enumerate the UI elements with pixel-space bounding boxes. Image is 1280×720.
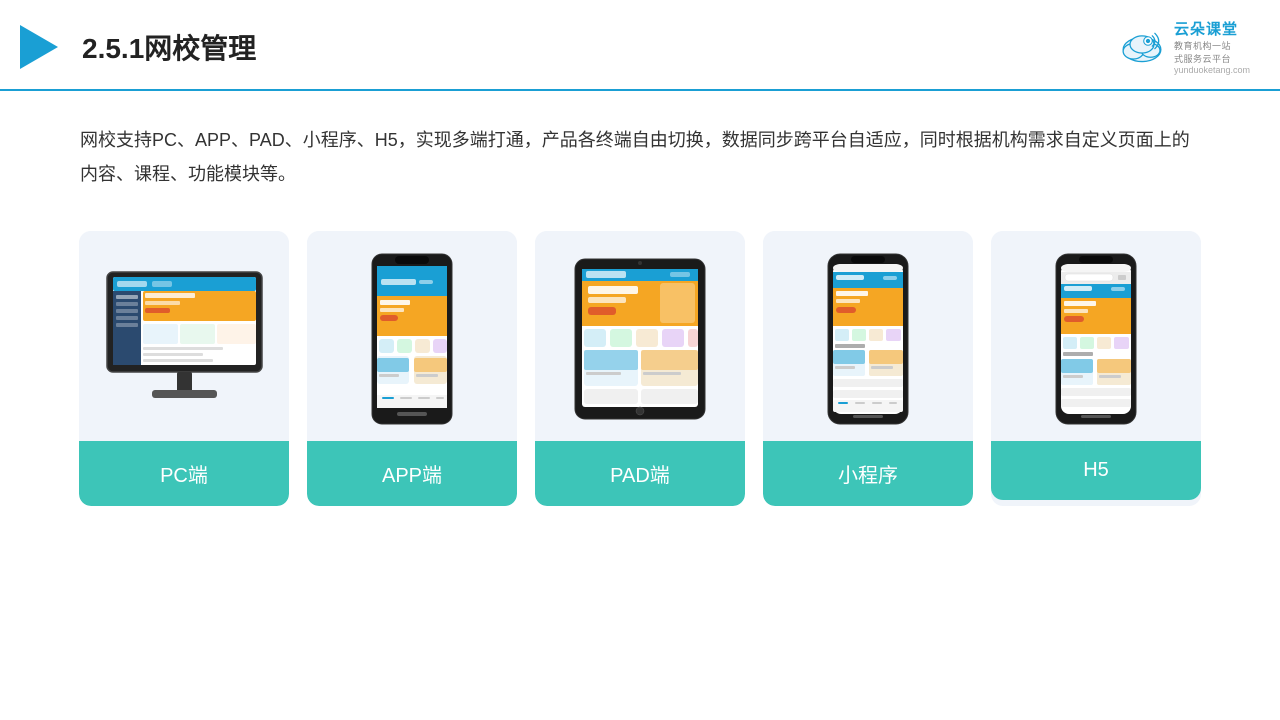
- card-miniprogram: 小程序: [763, 231, 973, 506]
- card-pad-label: PAD端: [535, 441, 745, 506]
- description-text: 网校支持PC、APP、PAD、小程序、H5，实现多端打通，产品各终端自由切换，数…: [0, 91, 1280, 201]
- logo-tagline: 教育机构一站 式服务云平台: [1174, 39, 1231, 65]
- header: 2.5.1网校管理 云朵课堂 教育机构一站 式服务云平台 yunduoketan…: [0, 0, 1280, 91]
- card-pc: PC端: [79, 231, 289, 506]
- card-pc-label: PC端: [79, 441, 289, 506]
- card-app-label: APP端: [307, 441, 517, 506]
- logo-main-text: 云朵课堂: [1174, 18, 1238, 39]
- pc-monitor-icon: [97, 267, 272, 412]
- h5-phone-icon: [1051, 252, 1141, 427]
- card-miniprogram-label: 小程序: [763, 441, 973, 506]
- card-h5: H5: [991, 231, 1201, 506]
- play-icon: [20, 25, 58, 69]
- card-h5-image: [991, 231, 1201, 441]
- header-left: 2.5.1网校管理: [20, 25, 256, 69]
- card-pc-image: [79, 231, 289, 441]
- cards-container: PC端: [0, 201, 1280, 536]
- pad-tablet-icon: [570, 254, 710, 424]
- card-h5-label: H5: [991, 441, 1201, 500]
- logo-domain: yunduoketang.com: [1174, 65, 1250, 75]
- logo-text-group: 云朵课堂 教育机构一站 式服务云平台 yunduoketang.com: [1174, 18, 1250, 75]
- logo-area: 云朵课堂 教育机构一站 式服务云平台 yunduoketang.com: [1116, 18, 1250, 75]
- card-miniprogram-image: [763, 231, 973, 441]
- cloud-icon: [1116, 29, 1168, 65]
- page-title: 2.5.1网校管理: [82, 27, 256, 67]
- app-phone-icon: [367, 252, 457, 427]
- miniprogram-phone-icon: [823, 252, 913, 427]
- card-pad: PAD端: [535, 231, 745, 506]
- card-app-image: [307, 231, 517, 441]
- description-content: 网校支持PC、APP、PAD、小程序、H5，实现多端打通，产品各终端自由切换，数…: [80, 130, 1190, 184]
- card-pad-image: [535, 231, 745, 441]
- card-app: APP端: [307, 231, 517, 506]
